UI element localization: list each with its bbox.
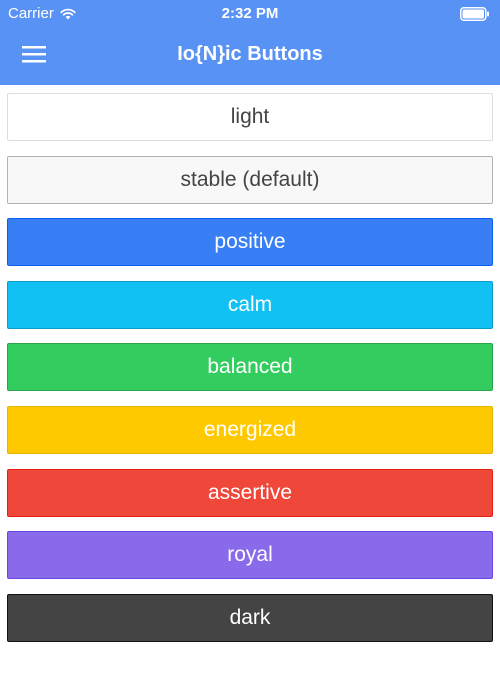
battery-icon: [460, 7, 489, 21]
app-header: Carrier 2:32 PM Io{N}ic Buttons: [0, 0, 500, 85]
stable-button[interactable]: stable (default): [7, 156, 493, 204]
calm-button[interactable]: calm: [7, 281, 493, 329]
page-title: Io{N}ic Buttons: [177, 43, 323, 65]
assertive-button[interactable]: assertive: [7, 469, 493, 517]
nav-bar: Io{N}ic Buttons: [0, 28, 500, 85]
balanced-button[interactable]: balanced: [7, 343, 493, 391]
status-time: 2:32 PM: [221, 5, 279, 22]
light-button[interactable]: light: [7, 93, 493, 141]
status-bar: Carrier 2:32 PM: [0, 0, 500, 28]
energized-button[interactable]: energized: [7, 406, 493, 454]
dark-button[interactable]: dark: [7, 594, 493, 642]
royal-button[interactable]: royal: [7, 531, 493, 579]
positive-button[interactable]: positive: [7, 218, 493, 266]
